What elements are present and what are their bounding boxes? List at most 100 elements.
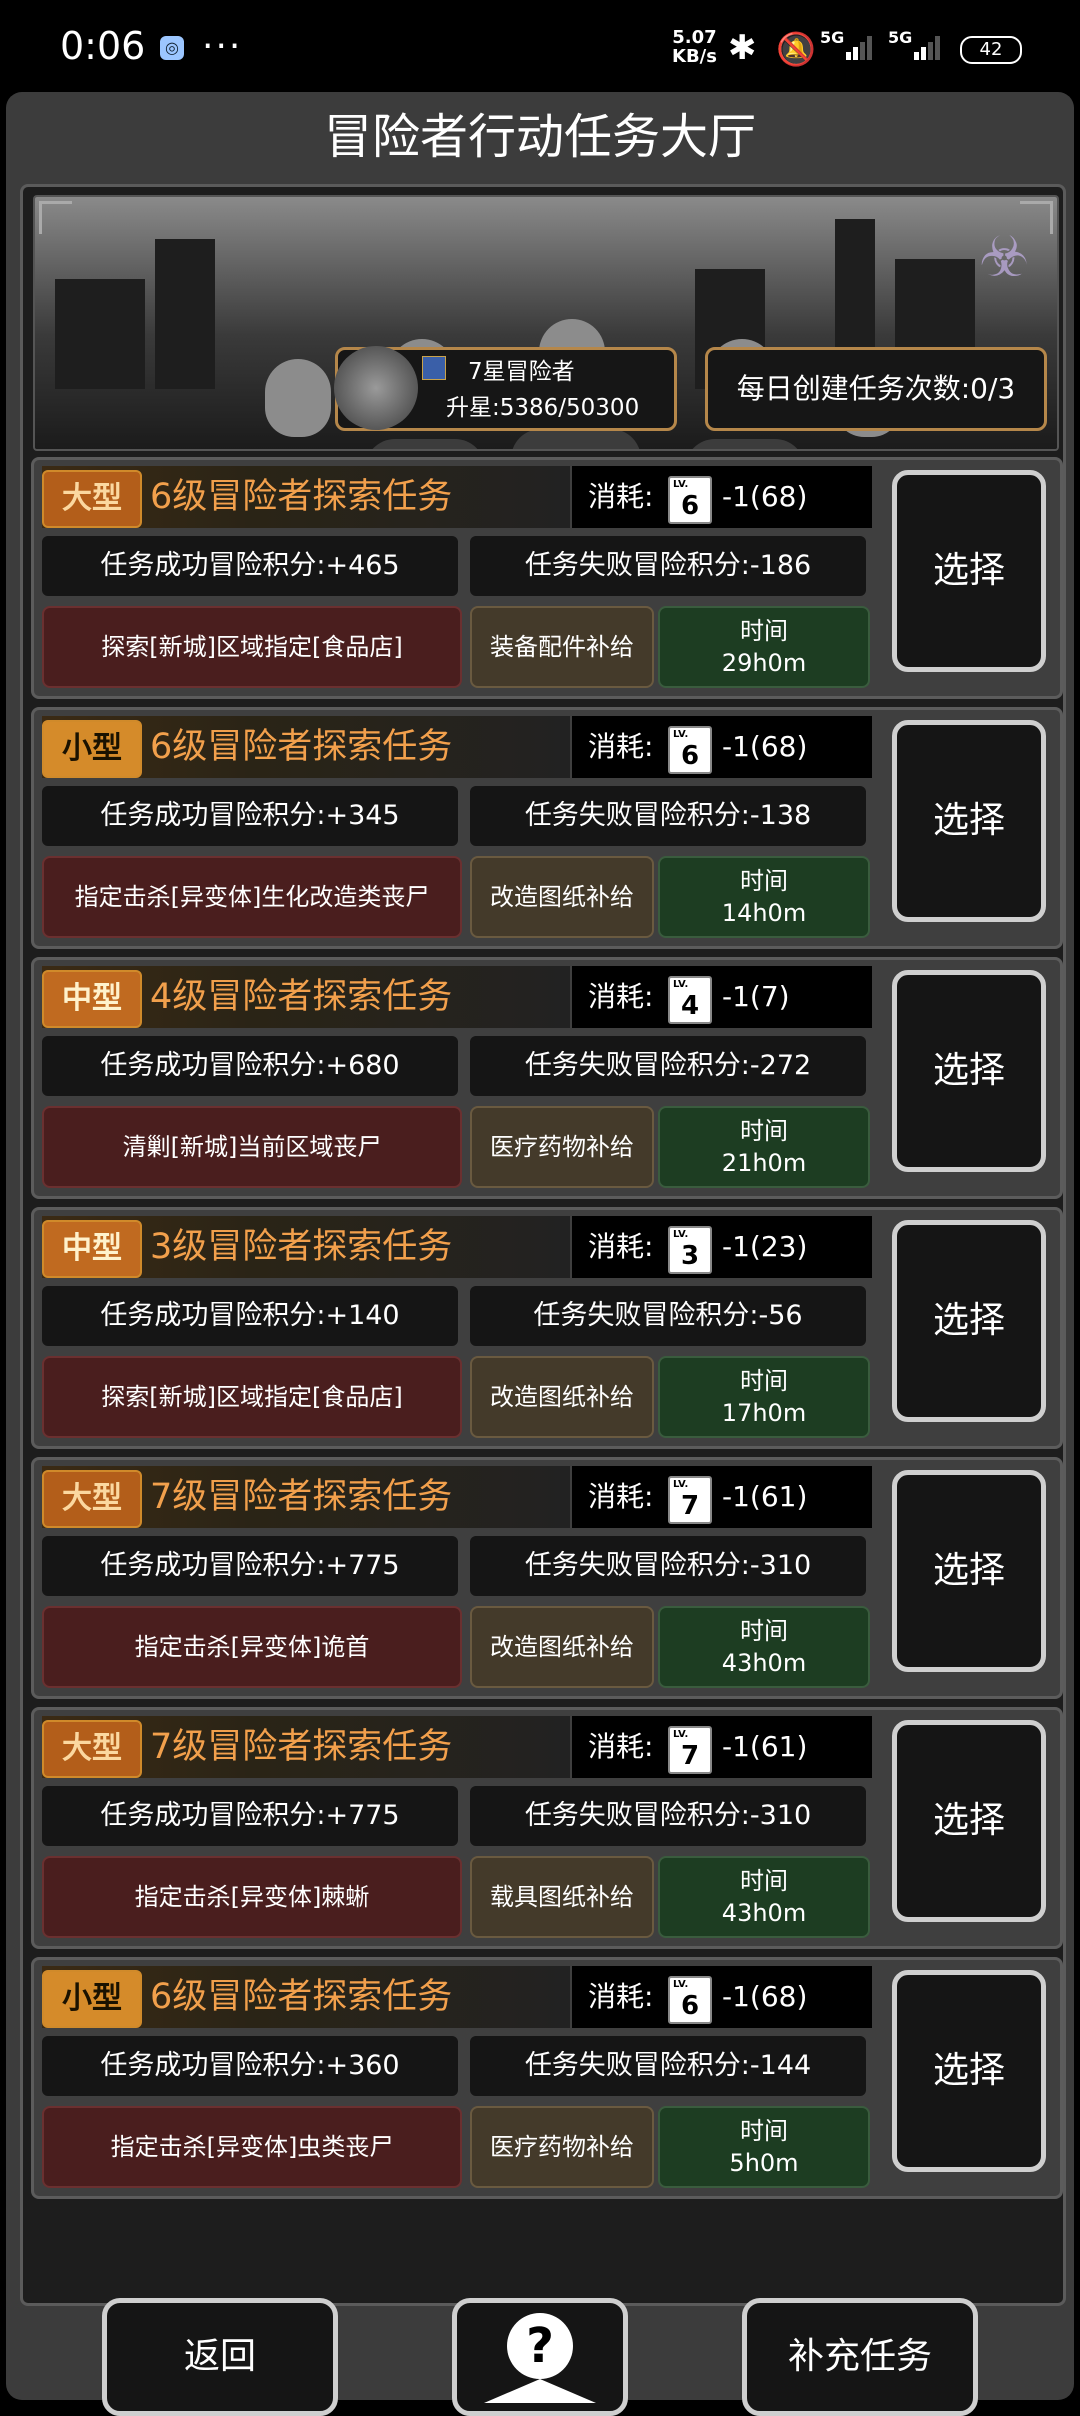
task-objective: 探索[新城]区域指定[食品店]	[42, 1356, 462, 1438]
select-button[interactable]: 选择	[892, 1970, 1046, 2172]
task-cost: 消耗: LV. 4 -1(7)	[572, 966, 872, 1028]
fail-points: 任务失败冒险积分:-272	[470, 1036, 866, 1096]
task-card: 小型 6级冒险者探索任务 消耗: LV. 6 -1(68) 任务成功冒险积分:+3…	[31, 707, 1063, 949]
success-points: 任务成功冒险积分:+775	[42, 1536, 458, 1596]
rank-panel: 7星冒险者 升星:5386/50300	[334, 346, 677, 431]
select-button[interactable]: 选择	[892, 720, 1046, 922]
task-objective: 指定击杀[异变体]虫类丧尸	[42, 2106, 462, 2188]
page-title: 冒险者行动任务大厅	[323, 109, 756, 165]
success-points: 任务成功冒险积分:+360	[42, 2036, 458, 2096]
cost-label: 消耗:	[588, 1730, 654, 1763]
fail-points: 任务失败冒险积分:-186	[470, 536, 866, 596]
task-objective: 指定击杀[异变体]生化改造类丧尸	[42, 856, 462, 938]
task-title: 7级冒险者探索任务	[150, 1477, 453, 1517]
select-button[interactable]: 选择	[892, 1470, 1046, 1672]
cost-label: 消耗:	[588, 730, 654, 763]
task-size-badge: 小型	[42, 1970, 142, 2028]
net-speed: 5.07 KB/s	[672, 28, 717, 66]
task-title: 4级冒险者探索任务	[150, 977, 453, 1017]
cost-value: -1(23)	[722, 1230, 808, 1263]
more-icon: ···	[202, 26, 243, 67]
task-header: 中型 3级冒险者探索任务	[42, 1216, 570, 1278]
task-reward: 医疗药物补给	[470, 1106, 654, 1188]
level-card-icon: LV. 7	[668, 1476, 712, 1524]
rank-badge-icon	[422, 356, 446, 380]
cost-value: -1(68)	[722, 1980, 808, 2013]
fail-points: 任务失败冒险积分:-138	[470, 786, 866, 846]
task-cost: 消耗: LV. 7 -1(61)	[572, 1716, 872, 1778]
level-card-icon: LV. 6	[668, 1976, 712, 2024]
task-size-badge: 大型	[42, 1470, 142, 1528]
cost-value: -1(61)	[722, 1730, 808, 1763]
cost-label: 消耗:	[588, 1230, 654, 1263]
bluetooth-icon: ✱	[728, 28, 757, 68]
task-cost: 消耗: LV. 7 -1(61)	[572, 1466, 872, 1528]
select-button[interactable]: 选择	[892, 470, 1046, 672]
task-cost: 消耗: LV. 6 -1(68)	[572, 466, 872, 528]
adventurer-banner: ☣ 7星冒险者 升星:5386/50300 每日创建任务次数:0/3	[33, 195, 1059, 451]
task-header: 中型 4级冒险者探索任务	[42, 966, 570, 1028]
task-cost: 消耗: LV. 6 -1(68)	[572, 1966, 872, 2028]
fail-points: 任务失败冒险积分:-56	[470, 1286, 866, 1346]
task-time: 时间 43h0m	[658, 1856, 870, 1938]
task-header: 小型 6级冒险者探索任务	[42, 1966, 570, 2028]
battery-level: 42	[979, 39, 1003, 60]
cost-value: -1(68)	[722, 480, 808, 513]
fail-points: 任务失败冒险积分:-144	[470, 2036, 866, 2096]
task-cost: 消耗: LV. 6 -1(68)	[572, 716, 872, 778]
success-points: 任务成功冒险积分:+465	[42, 536, 458, 596]
help-button[interactable]: ?	[452, 2298, 628, 2416]
daily-create-count: 每日创建任务次数:0/3	[705, 347, 1047, 431]
status-time: 0:06	[60, 24, 146, 68]
task-cost: 消耗: LV. 3 -1(23)	[572, 1216, 872, 1278]
success-points: 任务成功冒险积分:+345	[42, 786, 458, 846]
fail-points: 任务失败冒险积分:-310	[470, 1536, 866, 1596]
task-reward: 改造图纸补给	[470, 1356, 654, 1438]
cost-label: 消耗:	[588, 1480, 654, 1513]
help-map-icon: ?	[507, 2313, 573, 2379]
biohazard-logo-icon: ☣	[979, 225, 1030, 290]
success-points: 任务成功冒险积分:+140	[42, 1286, 458, 1346]
task-reward: 装备配件补给	[470, 606, 654, 688]
select-button[interactable]: 选择	[892, 970, 1046, 1172]
task-card: 大型 7级冒险者探索任务 消耗: LV. 7 -1(61) 任务成功冒险积分:+7…	[31, 1457, 1063, 1699]
rank-name: 7星冒险者	[468, 359, 575, 385]
task-list-panel: ☣ 7星冒险者 升星:5386/50300 每日创建任务次数:0/3 大型 6级…	[20, 184, 1066, 2306]
task-size-badge: 大型	[42, 1720, 142, 1778]
net-speed-value: 5.07	[672, 27, 717, 48]
back-button[interactable]: 返回	[102, 2298, 338, 2416]
bottom-bar: 返回 ? 补充任务	[6, 2298, 1074, 2416]
task-size-badge: 中型	[42, 1220, 142, 1278]
select-button[interactable]: 选择	[892, 1720, 1046, 1922]
level-card-icon: LV. 6	[668, 726, 712, 774]
task-time: 时间 14h0m	[658, 856, 870, 938]
refill-tasks-button[interactable]: 补充任务	[742, 2298, 978, 2416]
level-card-icon: LV. 3	[668, 1226, 712, 1274]
select-button[interactable]: 选择	[892, 1220, 1046, 1422]
cost-label: 消耗:	[588, 1980, 654, 2013]
task-time: 时间 5h0m	[658, 2106, 870, 2188]
task-reward: 改造图纸补给	[470, 1606, 654, 1688]
cost-label: 消耗:	[588, 480, 654, 513]
sim2-label: 5G	[888, 28, 913, 47]
map-base-icon	[484, 2379, 596, 2403]
task-header: 小型 6级冒险者探索任务	[42, 716, 570, 778]
status-bar: 0:06 ◎ ··· 5.07 KB/s ✱ 🔕 5G 5G 42	[0, 0, 1080, 92]
cost-value: -1(7)	[722, 980, 790, 1013]
rank-progress: 升星:5386/50300	[446, 395, 640, 421]
task-title: 7级冒险者探索任务	[150, 1727, 453, 1767]
task-reward: 改造图纸补给	[470, 856, 654, 938]
task-objective: 指定击杀[异变体]诡首	[42, 1606, 462, 1688]
level-card-icon: LV. 4	[668, 976, 712, 1024]
task-time: 时间 21h0m	[658, 1106, 870, 1188]
task-card: 中型 4级冒险者探索任务 消耗: LV. 4 -1(7) 任务成功冒险积分:+68…	[31, 957, 1063, 1199]
task-size-badge: 小型	[42, 720, 142, 778]
task-time: 时间 29h0m	[658, 606, 870, 688]
task-objective: 探索[新城]区域指定[食品店]	[42, 606, 462, 688]
task-title: 6级冒险者探索任务	[150, 477, 453, 517]
task-size-badge: 大型	[42, 470, 142, 528]
task-header: 大型 7级冒险者探索任务	[42, 1716, 570, 1778]
frame-corner	[1020, 201, 1053, 234]
task-card: 大型 6级冒险者探索任务 消耗: LV. 6 -1(68) 任务成功冒险积分:+4…	[31, 457, 1063, 699]
task-title: 6级冒险者探索任务	[150, 727, 453, 767]
